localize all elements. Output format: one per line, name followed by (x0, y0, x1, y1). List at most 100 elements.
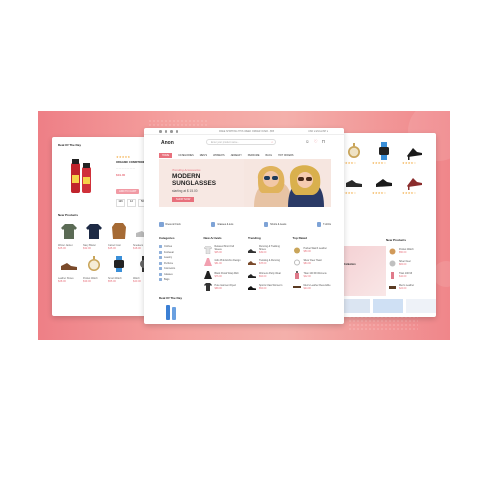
thumb (340, 299, 370, 313)
footwear-icon (159, 250, 162, 254)
list-item[interactable]: Sports Claw Women's $54.00 (248, 282, 287, 293)
list-item[interactable]: Men's Leather Reversible $24.00 (292, 282, 332, 293)
item-price: $68.00 (214, 287, 222, 290)
shoe-icon (248, 258, 256, 266)
product-card[interactable]: ★★★★☆ (372, 171, 396, 195)
feature-label: Glasses & lens (217, 223, 234, 226)
nav-item-perfume[interactable]: PERFUME (248, 154, 260, 157)
product-card[interactable]: ★★★★☆ (372, 141, 396, 165)
nav-item-jewelry[interactable]: JEWELRY (231, 154, 242, 157)
search-input[interactable]: Enter your product name... ⌕ (206, 139, 276, 145)
list-item[interactable]: Girls Pink Embro Design $61.00 (203, 257, 243, 268)
feature-tshirts[interactable]: T-shirts (316, 220, 331, 229)
feature-categories: Dress & Frock Glasses & lens Shorts & Je… (159, 220, 331, 229)
product-card[interactable]: Smart Watch $55.00 (108, 253, 130, 283)
product-card[interactable]: ★★★★☆ (342, 141, 366, 165)
item-price: $50.00 (399, 251, 407, 254)
heart-icon[interactable]: ♡ (314, 139, 318, 145)
categories-column: Categories Clothes Footwear Jewelry Perf… (159, 236, 198, 294)
rating-stars: ★★★★☆ (342, 191, 357, 195)
bag-icon[interactable]: ⊓ (322, 139, 326, 145)
product-card[interactable]: Camel Coat $45.00 (108, 220, 130, 250)
list-item[interactable]: Silver Deer Heart $84.00 (293, 257, 332, 268)
list-item[interactable]: Men's Leather $24.00 (388, 282, 434, 292)
trending-column: Trending Running & Trekking Shoes $49.00 … (248, 236, 287, 294)
search-icon[interactable]: ⌕ (271, 140, 273, 145)
nav-item-mens[interactable]: MEN'S (200, 154, 207, 157)
shoe-icon (372, 171, 396, 191)
rating-stars: ★★★★☆ (402, 191, 417, 195)
feature-dress[interactable]: Dress & Frock (159, 220, 181, 229)
product-price: $39.00 (83, 280, 91, 283)
trending-title: Trending (248, 236, 261, 240)
product-icon (388, 259, 396, 267)
right-footer-thumbs (340, 299, 436, 313)
right-screenshot-card: ★★★★☆ ★★★★☆ ★★★★☆ ★★★★☆ ★★★★☆ ★★★★☆ Coll… (340, 133, 436, 317)
nav-item-home[interactable]: HOME (159, 153, 173, 158)
item-price: $84.00 (399, 263, 407, 266)
feature-glasses[interactable]: Glasses & lens (210, 220, 234, 229)
product-icon (388, 247, 396, 255)
category-item[interactable]: Bags (159, 277, 198, 283)
linkedin-icon[interactable] (175, 130, 178, 133)
product-icon (388, 271, 396, 279)
shirt-icon (203, 245, 212, 254)
list-item[interactable]: Titan 100 Ml $42.00 (388, 270, 434, 280)
category-label: Clothes (164, 245, 173, 249)
product-price: $32.00 (83, 247, 91, 250)
item-price: $54.00 (259, 287, 267, 290)
product-price: $28.00 (58, 280, 66, 283)
product-card[interactable]: Navy Blazer $32.00 (83, 220, 105, 250)
twitter-icon[interactable] (164, 130, 167, 133)
list-item[interactable]: Black Floral Wrap Midi $76.00 (203, 269, 243, 280)
facebook-icon[interactable] (159, 130, 162, 133)
hero-title: MODERN SUNGLASSES (172, 173, 216, 188)
product-card[interactable]: ★★★★☆ (402, 171, 426, 195)
product-card[interactable]: Leather Shoes $28.00 (58, 253, 80, 283)
category-label: Glasses (164, 272, 173, 276)
list-item[interactable]: Pocket Watch Leather $50.00 (293, 244, 332, 255)
list-item[interactable]: Silver Deer $84.00 (388, 258, 434, 268)
site-logo[interactable]: Anon (161, 140, 174, 146)
list-item[interactable]: Running & Trekking Shoes $49.00 (248, 244, 287, 255)
nav-item-womens[interactable]: WOMEN'S (213, 154, 224, 157)
add-to-cart-button[interactable]: ADD TO CART (116, 189, 140, 194)
list-item[interactable]: Pure Garment Dyed $68.00 (203, 282, 243, 293)
smartwatch-icon (372, 141, 396, 161)
category-label: Perfume (164, 261, 174, 265)
feature-shorts[interactable]: Shorts & Jeans (263, 220, 286, 229)
feature-label: T-shirts (323, 223, 331, 226)
list-item[interactable]: Trekking & Running $78.00 (248, 257, 287, 268)
right-products-list: Pocket Watch $50.00 Silver Deer $84.00 Tit… (388, 246, 434, 294)
new-arrivals-column: New Arrivals Relaxed Short Full Sleeve $4… (203, 236, 243, 294)
conditioner-image (68, 157, 94, 195)
deal-title: Deal Of The Day (58, 143, 82, 147)
instagram-icon[interactable] (170, 130, 173, 133)
product-card[interactable]: Pocket Watch $39.00 (83, 253, 105, 283)
shoe-icon (248, 271, 256, 279)
list-item[interactable]: Womens Party Wear $94.00 (248, 269, 287, 280)
nav-item-categories[interactable]: CATEGORIES (178, 154, 194, 157)
item-price: $42.00 (399, 275, 407, 278)
product-card[interactable]: ★★★★☆ (342, 171, 366, 195)
currency-language-select[interactable]: USD ▾ ENGLISH ▾ (308, 130, 328, 133)
list-item[interactable]: Relaxed Short Full Sleeve $45.00 (203, 244, 243, 255)
nav-item-hot-offers[interactable]: HOT OFFERS (278, 154, 293, 157)
clothes-icon (159, 245, 162, 249)
blazer-icon (83, 220, 105, 242)
shop-now-button[interactable]: SHOP NOW (172, 197, 195, 202)
collection-banner[interactable]: Collection (340, 246, 386, 296)
product-card[interactable]: Winter Jacket $25.00 (58, 220, 80, 250)
list-item[interactable]: Pocket Watch $50.00 (388, 246, 434, 256)
hero-models-image (244, 159, 331, 207)
hero-price: starting at $ 15.00 (172, 189, 198, 193)
list-item[interactable]: Titan 100 Ml Womens $42.00 (293, 269, 332, 280)
new-arrivals-title: New Arrivals (203, 236, 222, 240)
nav-item-blog[interactable]: BLOG (266, 154, 273, 157)
user-icon[interactable]: ☺ (305, 139, 310, 145)
product-card[interactable]: ★★★★☆ (402, 141, 426, 165)
new-products-title: New Products (58, 213, 79, 217)
dress-icon (159, 222, 164, 227)
new-products-grid: Winter Jacket $25.00 Navy Blazer $32.00 … (58, 220, 155, 283)
product-price: $45.00 (108, 247, 116, 250)
